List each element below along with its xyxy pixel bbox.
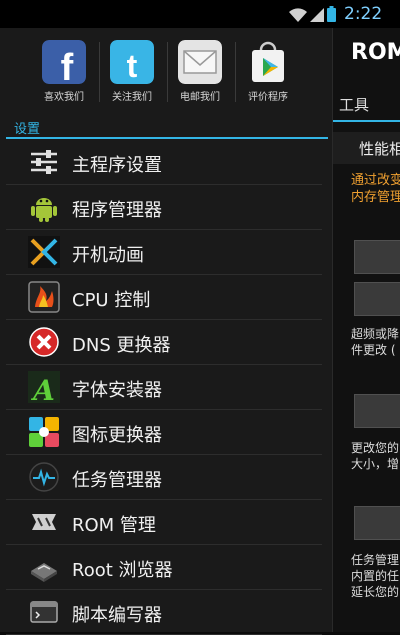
share-label: 评价程序: [248, 92, 288, 103]
boot-animation-icon: [28, 236, 60, 268]
menu-item-label: 主程序设置: [72, 155, 162, 176]
svg-text:A: A: [30, 374, 55, 403]
share-twitter[interactable]: t 关注我们: [100, 40, 164, 116]
menu-item-label: 图标更换器: [72, 425, 162, 446]
cpu-icon: [28, 281, 60, 313]
font-icon: A: [28, 371, 60, 403]
menu-item-boot-animation[interactable]: 开机动画: [6, 230, 322, 275]
battery-icon: [327, 6, 336, 22]
menu-item-root-browser[interactable]: Root 浏览器: [6, 545, 322, 590]
task-manager-icon: [29, 462, 59, 492]
android-icon: [31, 198, 57, 222]
root-browser-icon: [31, 563, 57, 582]
navigation-drawer: f 喜欢我们 t 关注我们 电邮我们 评价程序 设置 主程序设置 程序管理器 开…: [0, 28, 333, 635]
page-title: ROM: [351, 40, 400, 65]
tool-button[interactable]: [354, 506, 400, 540]
script-icon: [30, 601, 58, 623]
menu-item-label: ROM 管理: [72, 515, 156, 536]
svg-text:t: t: [127, 48, 138, 84]
tab-indicator: [333, 120, 400, 122]
wifi-icon: [289, 8, 307, 22]
menu-item-app-manager[interactable]: 程序管理器: [6, 185, 322, 230]
menu-item-label: 任务管理器: [72, 470, 162, 491]
description-text: 任务管理 内置的任 延长您的: [351, 553, 400, 599]
menu-item-dns-changer[interactable]: DNS 更换器: [6, 320, 322, 365]
menu-item-cpu-control[interactable]: CPU 控制: [6, 275, 322, 320]
status-bar: 2:22: [0, 0, 400, 28]
share-label: 关注我们: [112, 92, 152, 103]
menu-item-script-writer[interactable]: 脚本编写器: [6, 590, 322, 635]
menu-item-task-manager[interactable]: 任务管理器: [6, 455, 322, 500]
tab-tools[interactable]: 工具: [339, 94, 369, 115]
mail-icon: [178, 40, 222, 84]
performance-header-label: 性能相: [359, 140, 400, 158]
share-rate[interactable]: 评价程序: [236, 40, 300, 116]
share-email[interactable]: 电邮我们: [168, 40, 232, 116]
tool-button[interactable]: [354, 240, 400, 274]
menu-item-label: 脚本编写器: [72, 605, 162, 626]
menu-item-label: Root 浏览器: [72, 560, 173, 581]
play-store-icon: [252, 41, 284, 82]
menu-item-font-installer[interactable]: A 字体安装器: [6, 365, 322, 410]
performance-header[interactable]: 性能相: [333, 132, 400, 164]
menu-item-label: DNS 更换器: [72, 335, 171, 356]
share-row: f 喜欢我们 t 关注我们 电邮我们 评价程序: [0, 28, 332, 116]
menu-item-label: 开机动画: [72, 245, 144, 266]
menu-item-icon-changer[interactable]: 图标更换器: [6, 410, 322, 455]
twitter-icon: t: [110, 40, 154, 84]
menu-item-label: CPU 控制: [72, 290, 151, 311]
content-panel: ROM 工具 性能相 通过改变 内存管理 超频或降 件更改 ( 更改您的 大小，…: [333, 28, 400, 632]
info-text: 通过改变 内存管理: [351, 173, 400, 205]
menu-item-label: 程序管理器: [72, 200, 162, 221]
share-facebook[interactable]: f 喜欢我们: [32, 40, 96, 116]
rom-icon: [32, 514, 56, 530]
svg-text:f: f: [61, 47, 74, 84]
description-text: 更改您的 大小，增: [351, 441, 400, 471]
menu-item-rom-manager[interactable]: ROM 管理: [6, 500, 322, 545]
facebook-icon: f: [42, 40, 86, 84]
clock: 2:22: [344, 4, 383, 24]
description-text: 超频或降 件更改 (: [351, 327, 400, 357]
share-label: 电邮我们: [180, 92, 220, 103]
signal-icon: [310, 8, 324, 22]
section-header: 设置: [14, 122, 41, 137]
tool-button[interactable]: [354, 282, 400, 316]
dns-icon: [29, 327, 59, 357]
section-divider: [6, 137, 328, 139]
menu-item-main-settings[interactable]: 主程序设置: [6, 140, 322, 185]
sliders-icon: [31, 150, 57, 174]
menu-list: 主程序设置 程序管理器 开机动画 CPU 控制 DNS 更换器 A 字体安装器 …: [6, 140, 322, 635]
share-label: 喜欢我们: [44, 92, 84, 103]
menu-item-label: 字体安装器: [72, 380, 162, 401]
icon-changer-icon: [29, 417, 59, 447]
tool-button[interactable]: [354, 394, 400, 428]
